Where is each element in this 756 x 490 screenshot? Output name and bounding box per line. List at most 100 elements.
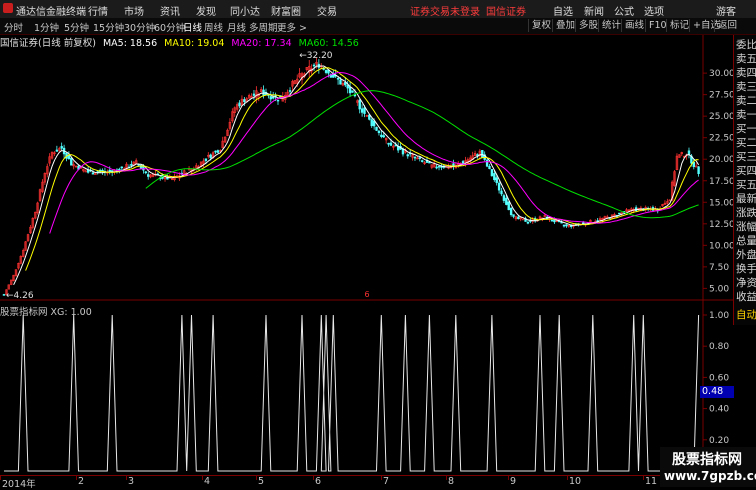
period-60min[interactable]: 60分钟 <box>154 20 185 34</box>
candle-body <box>437 165 441 168</box>
menu-news[interactable]: 资讯 <box>160 3 180 18</box>
stats-button[interactable]: 统计 <box>598 19 621 32</box>
candle-body <box>370 119 373 127</box>
menu-watchlist[interactable]: 自选 <box>553 3 573 18</box>
period-daily[interactable]: 日线 <box>183 20 202 34</box>
side-label-buy1[interactable]: 买一 <box>736 121 756 136</box>
side-label-outer[interactable]: 外盘 <box>736 247 756 262</box>
candle-body <box>406 154 409 157</box>
candle-body <box>288 90 292 92</box>
fq-button[interactable]: 复权 <box>528 19 551 32</box>
candle-body <box>481 150 484 158</box>
period-30min[interactable]: 30分钟 <box>124 20 155 34</box>
side-label-buy2[interactable]: 买二 <box>736 135 756 150</box>
side-label-change[interactable]: 涨跌 <box>736 205 756 220</box>
side-label-weibi[interactable]: 委比 <box>736 37 756 52</box>
side-label-sell2[interactable]: 卖二 <box>736 93 756 108</box>
price-tick-label: 5.00 <box>709 284 729 294</box>
side-label-sell3[interactable]: 卖三 <box>736 79 756 94</box>
side-label-volume[interactable]: 总量 <box>736 233 756 248</box>
broker-name: 国信证券 <box>486 7 526 18</box>
candle-body <box>521 218 525 221</box>
menu-headlines[interactable]: 新闻 <box>584 3 604 18</box>
date-axis-label: 8 <box>448 476 455 487</box>
candle-body <box>271 96 275 99</box>
candle-body <box>238 102 241 107</box>
candle-body <box>413 156 417 159</box>
side-label-pct[interactable]: 涨幅 <box>736 219 756 234</box>
back-button[interactable]: 返回 <box>714 19 737 32</box>
candle-body <box>336 77 340 80</box>
date-axis-tick <box>256 476 257 480</box>
period-monthly[interactable]: 月线 <box>227 20 246 34</box>
candle-body <box>339 79 342 85</box>
candle-body <box>517 216 520 220</box>
period-multi[interactable]: 多周期 <box>249 20 278 34</box>
side-label-latest[interactable]: 最新 <box>736 191 756 206</box>
menu-wealth-circle[interactable]: 财富圈 <box>271 3 301 18</box>
user-guest[interactable]: 游客 <box>716 3 736 18</box>
kline-chart[interactable]: 30.00 27.50 25.00 22.50 20.00 17.50 15.00 12.50… <box>0 35 733 301</box>
candle-body <box>70 157 73 166</box>
candle-body <box>363 107 366 114</box>
multi-stock-button[interactable]: 多股 <box>575 19 598 32</box>
period-5min[interactable]: 5分钟 <box>64 20 89 34</box>
period-1min[interactable]: 1分钟 <box>34 20 59 34</box>
candle-body <box>346 85 349 89</box>
menu-formula[interactable]: 公式 <box>614 3 634 18</box>
menu-options[interactable]: 选项 <box>644 3 664 18</box>
draw-line-button[interactable]: 画线 <box>621 19 644 32</box>
candle-body <box>144 171 148 174</box>
menu-trade[interactable]: 交易 <box>317 3 337 18</box>
period-15min[interactable]: 15分钟 <box>93 20 124 34</box>
candle-body <box>526 221 530 224</box>
ma20-label: MA20: 17.34 <box>231 38 292 49</box>
date-axis-tick <box>313 476 314 480</box>
candle-body <box>204 158 208 161</box>
menu-tongxiaoda[interactable]: 同小达 <box>230 3 260 18</box>
side-label-sell4[interactable]: 卖四 <box>736 65 756 80</box>
candle-body <box>142 166 145 171</box>
side-label-buy3[interactable]: 买三 <box>736 149 756 164</box>
side-label-sell1[interactable]: 卖一 <box>736 107 756 122</box>
candle-body <box>488 166 491 170</box>
candle-body <box>377 130 381 134</box>
candle-body <box>252 93 256 96</box>
f10-button[interactable]: F10 <box>645 19 667 32</box>
side-label-eps[interactable]: 收益 <box>736 289 756 304</box>
side-label-buy5[interactable]: 买五 <box>736 177 756 192</box>
period-weekly[interactable]: 周线 <box>204 20 223 34</box>
indicator-chart[interactable]: 1.00 0.80 0.60 0.40 0.20 <box>0 301 733 475</box>
menu-market[interactable]: 市场 <box>124 3 144 18</box>
side-label-netasset[interactable]: 净资 <box>736 275 756 290</box>
overlay-button[interactable]: 叠加 <box>552 19 575 32</box>
price-tick-label: 22.50 <box>709 134 733 144</box>
candle-body <box>618 212 621 215</box>
candle-body <box>420 160 424 162</box>
side-label-buy4[interactable]: 买四 <box>736 163 756 178</box>
indicator-tick-label: 0.80 <box>709 342 729 352</box>
date-axis-label: 9 <box>510 476 517 487</box>
mark-button[interactable]: 标记 <box>666 19 689 32</box>
period-intraday[interactable]: 分时 <box>4 20 23 34</box>
menu-quotes[interactable]: 行情 <box>88 3 108 18</box>
candle-body <box>490 169 494 177</box>
side-label-turnover[interactable]: 换手 <box>736 261 756 276</box>
title-bar: 通达信金融终端 行情 市场 资讯 发现 同小达 财富圈 交易 证券交易未登录 国… <box>0 0 756 19</box>
ma10-label: MA10: 19.04 <box>164 38 225 49</box>
indicator-tick-label: 0.20 <box>709 436 729 446</box>
indicator-legend: 股票指标网 XG: 1.00 <box>0 304 92 318</box>
auto-button[interactable]: 自动 <box>736 307 756 322</box>
side-label-sell5[interactable]: 卖五 <box>736 51 756 66</box>
period-more[interactable]: 更多 > <box>277 20 307 34</box>
ma5-label: MA5: 18.56 <box>102 38 158 49</box>
price-tick-label: 17.50 <box>709 177 733 187</box>
menu-discover[interactable]: 发现 <box>196 3 216 18</box>
candle-body <box>147 174 150 177</box>
candle-body <box>214 150 217 153</box>
quote-side-panel: 委比 卖五 卖四 卖三 卖二 卖一 买一 买二 买三 买四 买五 最新 涨跌 涨… <box>733 35 756 325</box>
candle-body <box>2 294 6 296</box>
indicator-legend-text: 股票指标网 XG: 1.00 <box>0 307 92 318</box>
candle-body <box>550 219 554 222</box>
login-status[interactable]: 证券交易未登录 <box>410 3 480 18</box>
